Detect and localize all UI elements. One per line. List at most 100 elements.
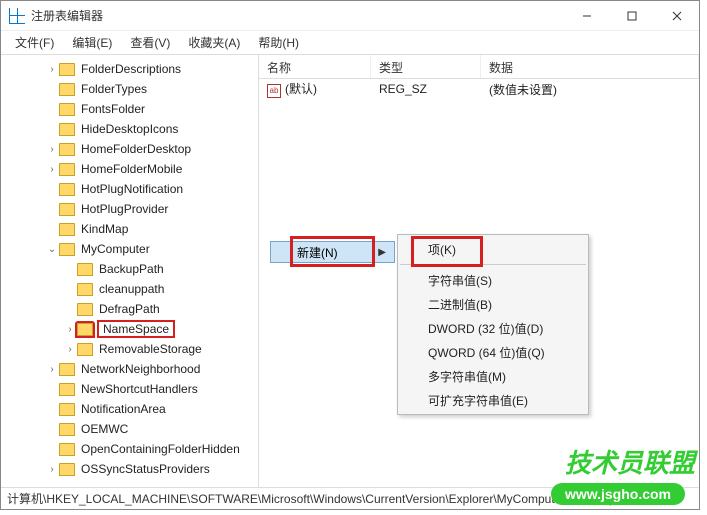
submenu-binary[interactable]: 二进制值(B): [398, 292, 588, 316]
tree-item[interactable]: NotificationArea: [1, 399, 258, 419]
tree-item[interactable]: › NameSpace: [1, 319, 258, 339]
tree-item[interactable]: BackupPath: [1, 259, 258, 279]
separator: [400, 264, 586, 265]
list-header: 名称 类型 数据: [259, 55, 699, 79]
tree-item-label: NetworkNeighborhood: [79, 362, 202, 376]
chevron-icon[interactable]: ›: [63, 344, 77, 355]
tree-item[interactable]: › OSSyncStatusProviders: [1, 459, 258, 479]
tree-item[interactable]: ⌄ MyComputer: [1, 239, 258, 259]
folder-icon: [59, 363, 75, 376]
col-name[interactable]: 名称: [259, 55, 371, 78]
chevron-icon[interactable]: ›: [45, 64, 59, 75]
tree-item[interactable]: FolderTypes: [1, 79, 258, 99]
tree-item[interactable]: DefragPath: [1, 299, 258, 319]
chevron-icon[interactable]: ›: [45, 464, 59, 475]
chevron-icon[interactable]: ›: [45, 144, 59, 155]
tree-item[interactable]: HideDesktopIcons: [1, 119, 258, 139]
menu-edit[interactable]: 编辑(E): [64, 31, 120, 54]
tree-item[interactable]: › RemovableStorage: [1, 339, 258, 359]
tree-item[interactable]: HotPlugProvider: [1, 199, 258, 219]
tree-pane[interactable]: › FolderDescriptions FolderTypes FontsFolde…: [1, 55, 259, 487]
folder-icon: [59, 163, 75, 176]
tree-item-label: HotPlugProvider: [79, 202, 170, 216]
close-button[interactable]: [654, 1, 699, 31]
minimize-button[interactable]: [564, 1, 609, 31]
menu-help[interactable]: 帮助(H): [250, 31, 307, 54]
tree-item-label: HotPlugNotification: [79, 182, 185, 196]
context-menu-new[interactable]: 新建(N) ▶: [270, 241, 395, 263]
folder-icon: [59, 423, 75, 436]
value-name: ab(默认): [259, 80, 371, 98]
folder-icon: [77, 323, 93, 336]
tree-item-label: FolderTypes: [79, 82, 149, 96]
tree-item-label: cleanuppath: [97, 282, 166, 296]
body: › FolderDescriptions FolderTypes FontsFolde…: [1, 55, 699, 487]
folder-icon: [77, 303, 93, 316]
app-icon: [9, 8, 25, 24]
menu-fav[interactable]: 收藏夹(A): [180, 31, 248, 54]
tree-item-label: RemovableStorage: [97, 342, 204, 356]
tree-item[interactable]: OEMWC: [1, 419, 258, 439]
value-data: (数值未设置): [481, 81, 699, 98]
col-type[interactable]: 类型: [371, 55, 481, 78]
chevron-icon[interactable]: ›: [45, 164, 59, 175]
tree-item-label: HideDesktopIcons: [79, 122, 180, 136]
tree-item[interactable]: › NetworkNeighborhood: [1, 359, 258, 379]
tree-item[interactable]: FontsFolder: [1, 99, 258, 119]
window-controls: [564, 1, 699, 31]
statusbar: 计算机\HKEY_LOCAL_MACHINE\SOFTWARE\Microsof…: [1, 487, 699, 509]
submenu-key[interactable]: 项(K): [398, 237, 588, 261]
folder-icon: [77, 263, 93, 276]
submenu-new: 项(K) 字符串值(S) 二进制值(B) DWORD (32 位)值(D) QW…: [397, 234, 589, 415]
folder-icon: [59, 243, 75, 256]
col-data[interactable]: 数据: [481, 55, 699, 78]
tree-item[interactable]: OpenContainingFolderHidden: [1, 439, 258, 459]
folder-icon: [59, 403, 75, 416]
tree-item[interactable]: › FolderDescriptions: [1, 59, 258, 79]
submenu-expand[interactable]: 可扩充字符串值(E): [398, 388, 588, 412]
chevron-icon[interactable]: ⌄: [45, 244, 59, 255]
folder-icon: [59, 123, 75, 136]
submenu-dword[interactable]: DWORD (32 位)值(D): [398, 316, 588, 340]
folder-icon: [59, 183, 75, 196]
tree-item[interactable]: NewShortcutHandlers: [1, 379, 258, 399]
menu-view[interactable]: 查看(V): [122, 31, 178, 54]
tree-item-label: HomeFolderMobile: [79, 162, 184, 176]
submenu-qword[interactable]: QWORD (64 位)值(Q): [398, 340, 588, 364]
chevron-right-icon: ▶: [378, 247, 386, 258]
tree-item-label: FolderDescriptions: [79, 62, 183, 76]
menubar: 文件(F) 编辑(E) 查看(V) 收藏夹(A) 帮助(H): [1, 31, 699, 55]
tree-item-label: OpenContainingFolderHidden: [79, 442, 242, 456]
tree-item-label: MyComputer: [79, 242, 152, 256]
tree-item-label: FontsFolder: [79, 102, 147, 116]
folder-icon: [59, 463, 75, 476]
tree-item[interactable]: HotPlugNotification: [1, 179, 258, 199]
tree-item-label: DefragPath: [97, 302, 162, 316]
tree-item-label: NewShortcutHandlers: [79, 382, 200, 396]
chevron-icon[interactable]: ›: [63, 324, 77, 335]
tree-item[interactable]: › HomeFolderDesktop: [1, 139, 258, 159]
folder-icon: [59, 223, 75, 236]
folder-icon: [77, 343, 93, 356]
menu-file[interactable]: 文件(F): [7, 31, 62, 54]
titlebar: 注册表编辑器: [1, 1, 699, 31]
folder-icon: [59, 63, 75, 76]
window-title: 注册表编辑器: [31, 7, 103, 24]
folder-icon: [77, 283, 93, 296]
submenu-multi[interactable]: 多字符串值(M): [398, 364, 588, 388]
tree-item[interactable]: KindMap: [1, 219, 258, 239]
tree-item-label: OSSyncStatusProviders: [79, 462, 212, 476]
maximize-button[interactable]: [609, 1, 654, 31]
tree-item-label: NameSpace: [97, 320, 175, 338]
submenu-string[interactable]: 字符串值(S): [398, 268, 588, 292]
string-icon: ab: [267, 84, 281, 98]
list-row[interactable]: ab(默认) REG_SZ (数值未设置): [259, 79, 699, 99]
folder-icon: [59, 203, 75, 216]
tree-item[interactable]: cleanuppath: [1, 279, 258, 299]
value-type: REG_SZ: [371, 82, 481, 96]
chevron-icon[interactable]: ›: [45, 364, 59, 375]
folder-icon: [59, 443, 75, 456]
tree-item[interactable]: › HomeFolderMobile: [1, 159, 258, 179]
tree-item-label: HomeFolderDesktop: [79, 142, 193, 156]
folder-icon: [59, 143, 75, 156]
